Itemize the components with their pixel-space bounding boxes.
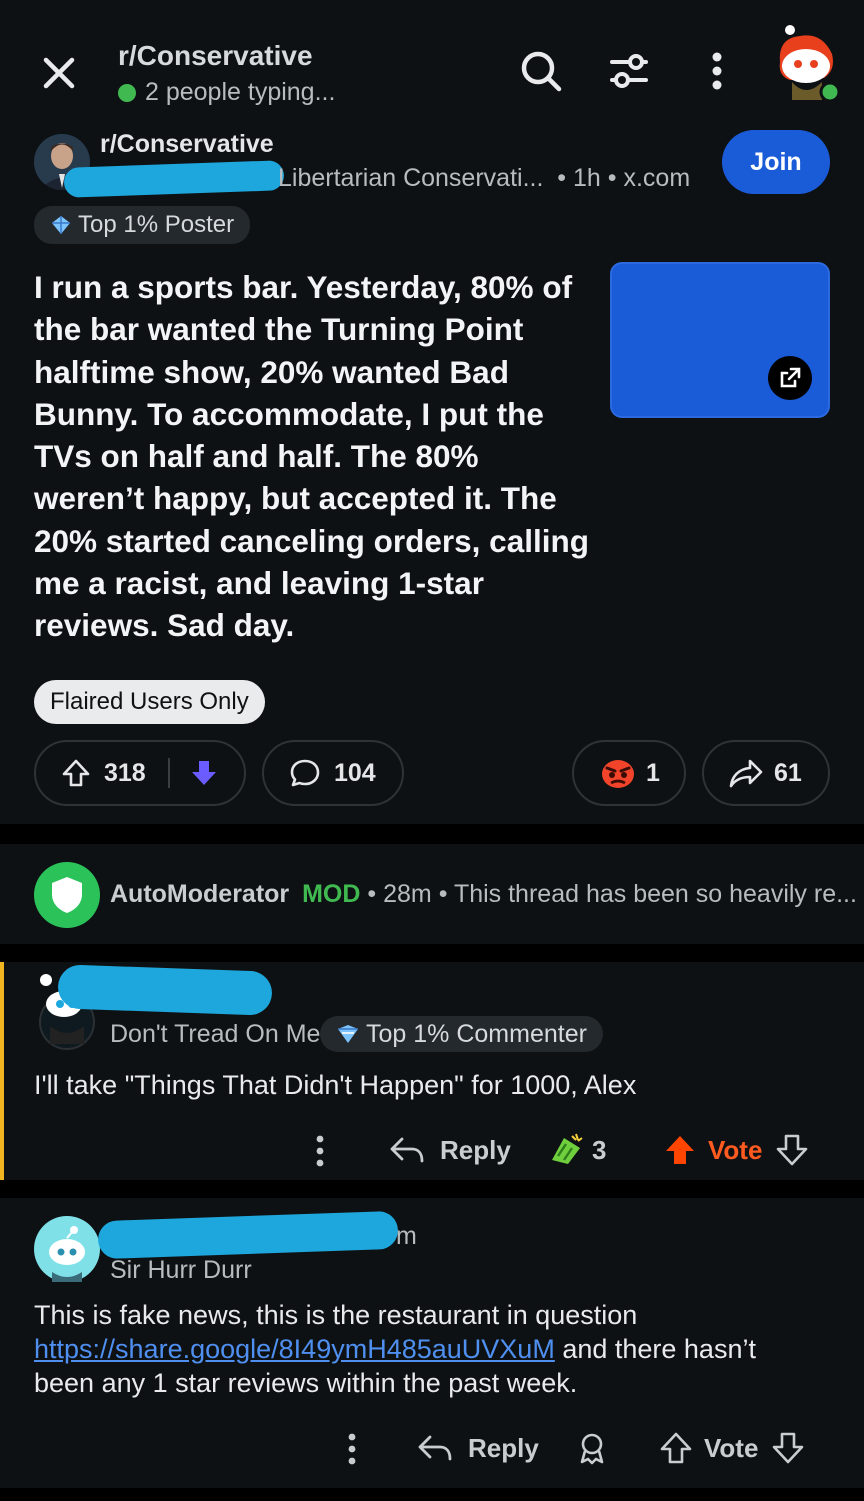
search-icon[interactable] (516, 46, 566, 96)
comment-2-actions: Reply Vote (0, 1428, 860, 1470)
comment-1-body: I'll take "Things That Didn't Happen" fo… (34, 1070, 637, 1100)
comment-1-actions: Reply 3 Vote (4, 1130, 864, 1172)
online-dot (118, 83, 136, 102)
comment-count: 104 (334, 758, 376, 787)
comment-icon (288, 756, 322, 790)
post-time: 1h (573, 164, 601, 192)
reply-icon[interactable] (416, 1431, 454, 1465)
user-avatar[interactable] (770, 22, 842, 104)
badge-label: Top 1% Poster (78, 211, 235, 238)
commenter-2-avatar[interactable] (34, 1216, 100, 1282)
close-icon[interactable] (34, 48, 84, 98)
award-icon[interactable] (546, 1130, 586, 1168)
vote-bar: 318 (34, 740, 246, 806)
automod-preview: This thread has been so heavily re... (453, 880, 857, 908)
post-title[interactable]: I run a sports bar. Yesterday, 80% of th… (34, 266, 594, 647)
comment-2: m Sir Hurr Durr This is fake news, this … (0, 1198, 864, 1488)
angry-award-icon (600, 756, 636, 790)
redaction-mark (57, 964, 273, 1016)
post-flair[interactable]: Flaired Users Only (34, 680, 265, 724)
more-options-icon[interactable] (692, 46, 742, 96)
share-button[interactable]: 61 (702, 740, 830, 806)
upvote-icon[interactable] (60, 757, 92, 789)
commenter-badge-label: Top 1% Commenter (366, 1019, 587, 1048)
downvote-icon[interactable] (770, 1430, 806, 1466)
automod-shield-icon (34, 862, 100, 928)
share-icon (728, 757, 764, 789)
comment-more-icon[interactable] (310, 1133, 330, 1169)
comment-2-line-3: been any 1 star reviews within the past … (34, 1368, 578, 1398)
award-outline-icon[interactable] (574, 1430, 610, 1466)
comment-1: Don't Tread On Me Top 1% Commenter I'll … (0, 962, 864, 1180)
post-domain[interactable]: x.com (623, 164, 690, 192)
comment-2-user-flair: Sir Hurr Durr (110, 1256, 252, 1284)
typing-status: 2 people typing... (118, 78, 335, 107)
post-subreddit[interactable]: r/Conservative (100, 130, 274, 159)
mod-tag: MOD (302, 880, 361, 908)
restaurant-link[interactable]: https://share.google/8I49ymH485auUVXuM (34, 1334, 555, 1364)
comment-2-time: m (396, 1222, 417, 1250)
automod-name[interactable]: AutoModerator (110, 880, 289, 908)
comment-2-inline-text: and there hasn’t (562, 1334, 756, 1364)
app-frame: r/Conservative 2 people typing... r/Cons… (0, 0, 864, 1501)
post-meta: Libertarian Conservati... • 1h • x.com (278, 164, 691, 192)
comment-2-body: This is fake news, this is the restauran… (34, 1298, 834, 1400)
award-button[interactable]: 1 (572, 740, 686, 806)
upvote-icon[interactable] (658, 1430, 694, 1466)
external-link-icon (768, 356, 812, 400)
post-panel: r/Conservative 2 people typing... r/Cons… (0, 0, 864, 824)
downvote-icon[interactable] (188, 757, 220, 789)
trophy-icon (336, 1023, 360, 1045)
award-count: 1 (646, 758, 660, 787)
reply-button[interactable]: Reply (468, 1433, 539, 1464)
top-commenter-badge: Top 1% Commenter (320, 1016, 603, 1052)
join-button[interactable]: Join (722, 130, 830, 194)
filter-icon[interactable] (604, 46, 654, 96)
upvote-active-icon[interactable] (662, 1132, 698, 1168)
upvote-count: 318 (104, 758, 146, 787)
automod-comment[interactable]: AutoModerator MOD • 28m • This thread ha… (0, 844, 864, 944)
comments-button[interactable]: 104 (262, 740, 404, 806)
header-title[interactable]: r/Conservative (118, 40, 313, 72)
comment-1-user-flair: Don't Tread On Me (110, 1020, 321, 1048)
reply-button[interactable]: Reply (440, 1135, 511, 1166)
reply-icon[interactable] (388, 1133, 426, 1167)
redaction-mark (97, 1210, 399, 1260)
typing-text: 2 people typing... (145, 78, 336, 106)
comment-2-line-1: This is fake news, this is the restauran… (34, 1300, 638, 1330)
automod-line: AutoModerator MOD • 28m • This thread ha… (110, 880, 857, 908)
share-count: 61 (774, 758, 802, 787)
automod-time: 28m (383, 880, 432, 908)
downvote-icon[interactable] (774, 1132, 810, 1168)
comment-1-award-count: 3 (592, 1135, 607, 1165)
redaction-mark (63, 160, 285, 198)
link-thumbnail[interactable] (610, 262, 830, 418)
diamond-icon (50, 214, 72, 236)
top-poster-badge: Top 1% Poster (34, 206, 251, 244)
author-flair: Libertarian Conservati... (278, 164, 544, 192)
comment-more-icon[interactable] (342, 1431, 362, 1467)
vote-divider (167, 758, 170, 788)
vote-label: Vote (708, 1135, 763, 1165)
vote-label: Vote (704, 1433, 759, 1463)
